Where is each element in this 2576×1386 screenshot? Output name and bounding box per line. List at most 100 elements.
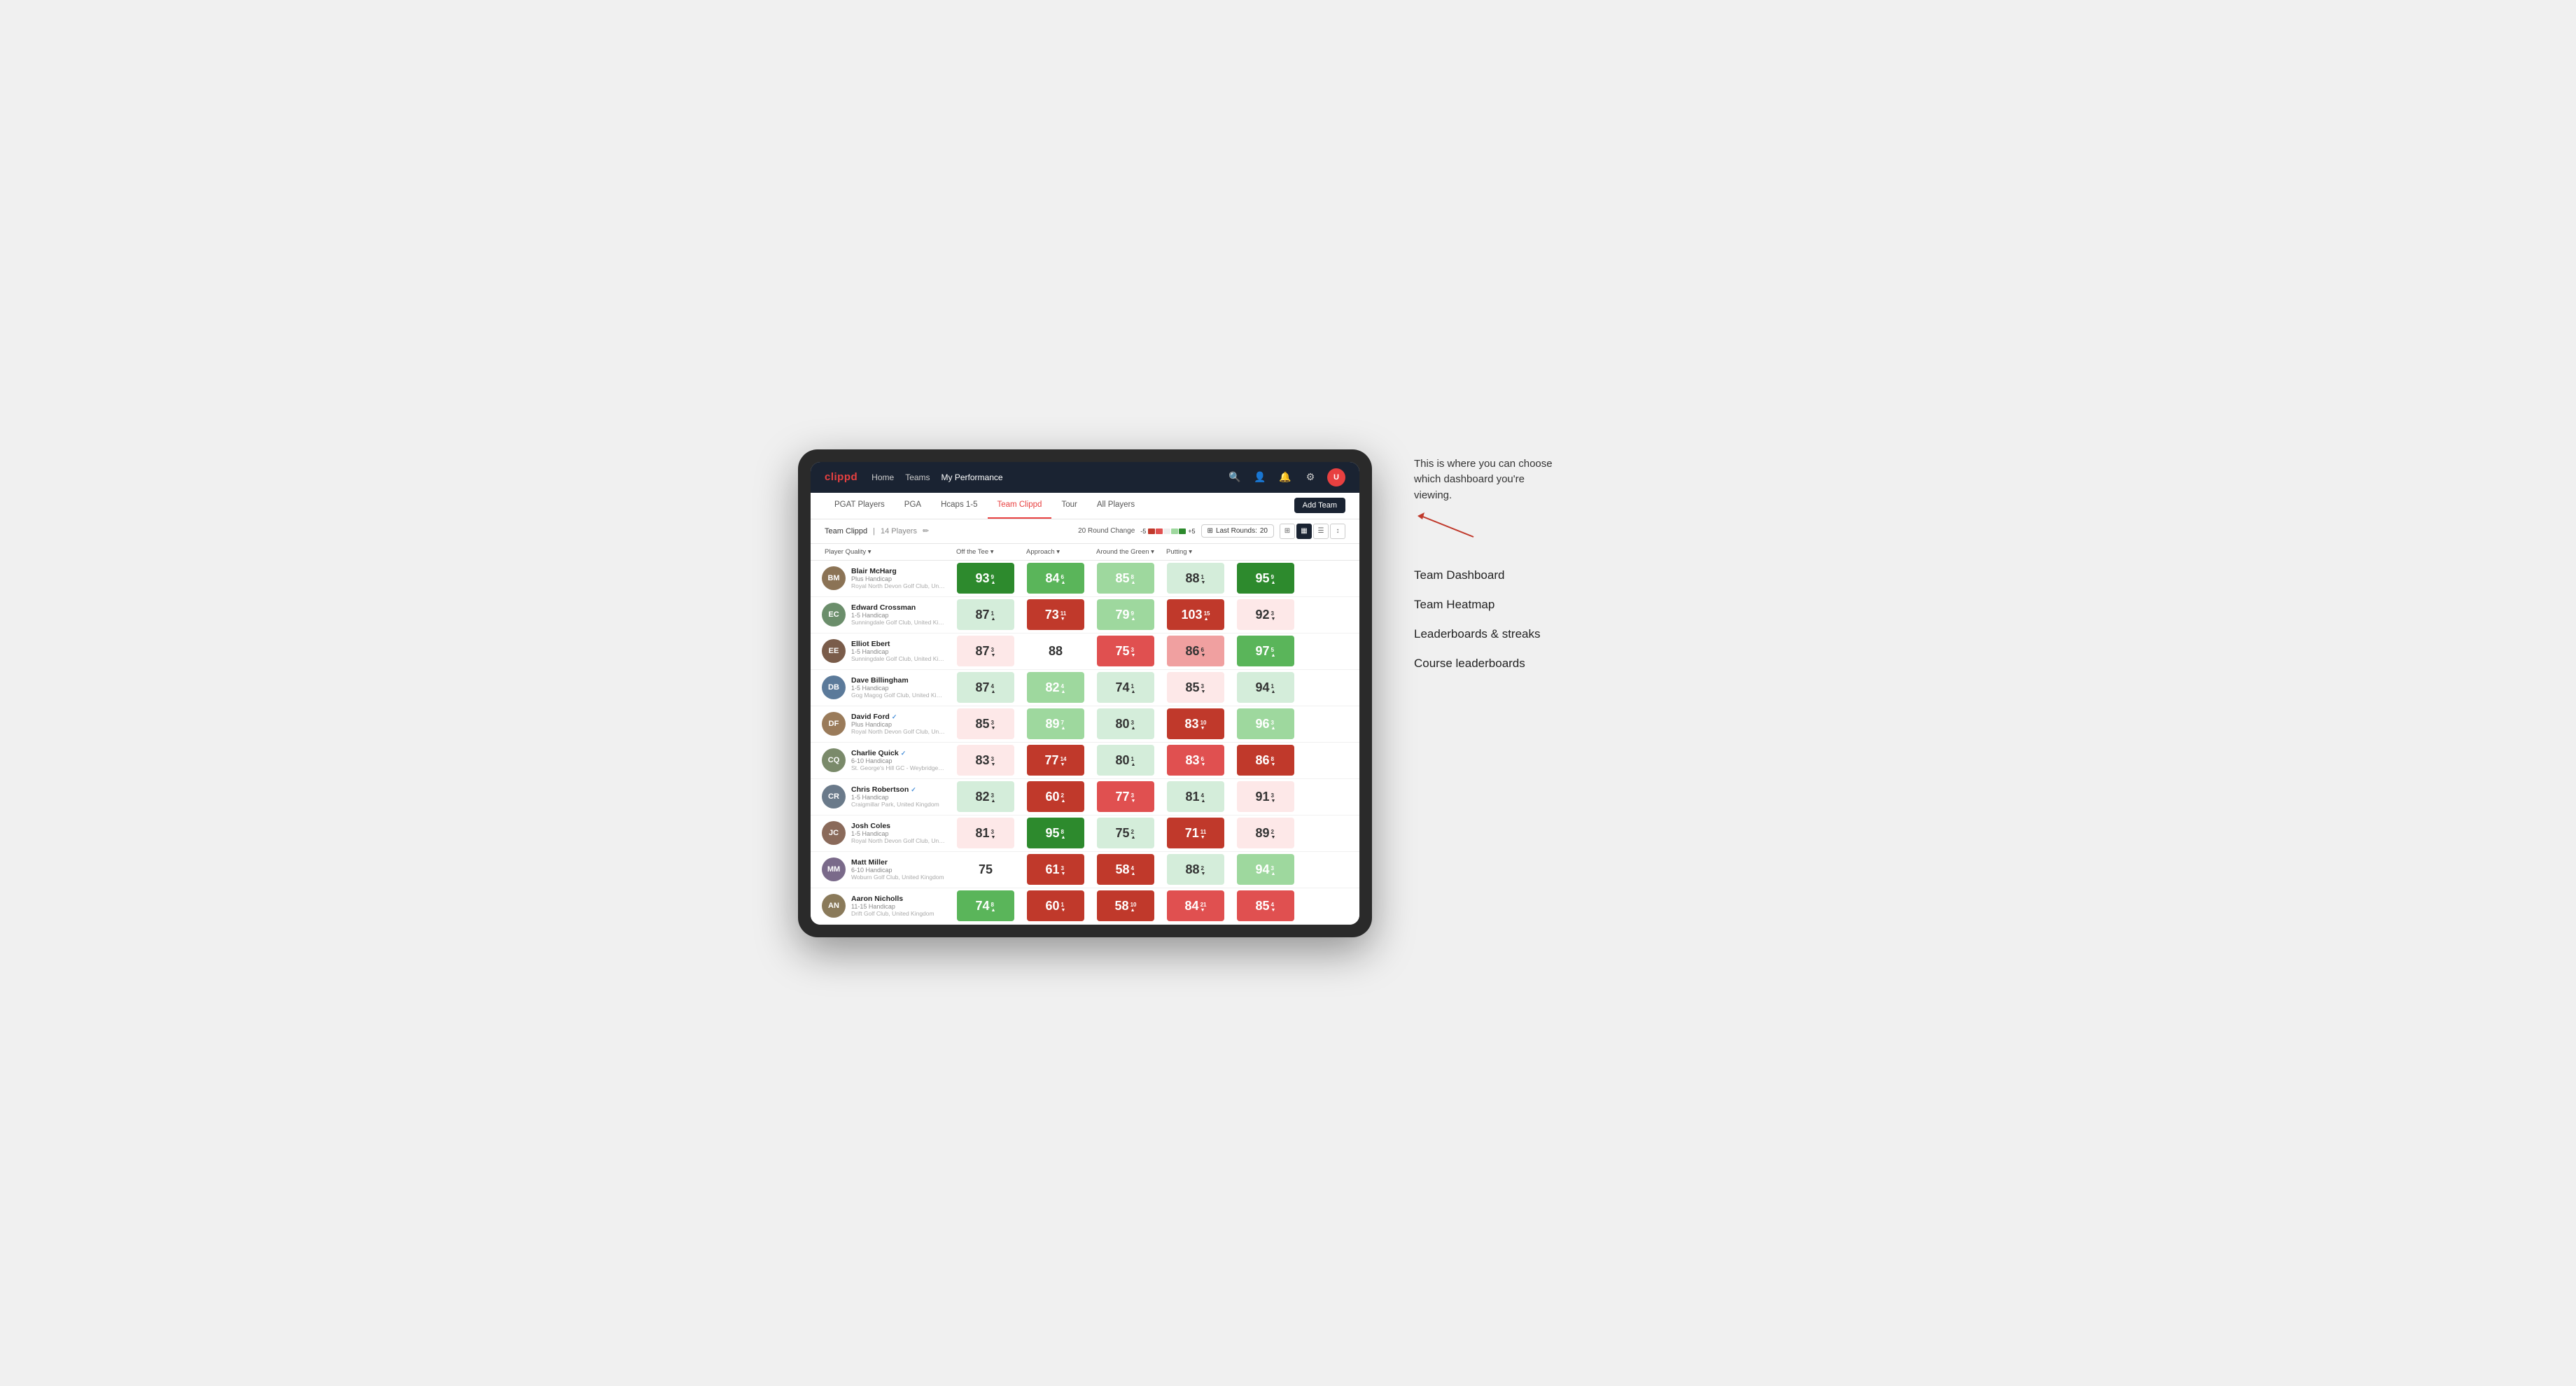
- table-row[interactable]: ANAaron Nicholls11-15 HandicapDrift Golf…: [811, 888, 1359, 925]
- table-row[interactable]: DBDave Billingham1-5 HandicapGog Magog G…: [811, 670, 1359, 706]
- search-icon[interactable]: 🔍: [1226, 469, 1243, 486]
- col-putting[interactable]: Putting ▾: [1161, 544, 1231, 560]
- last-rounds-button[interactable]: ⊞ Last Rounds: 20: [1201, 524, 1274, 538]
- stat-value: 60: [1046, 899, 1060, 913]
- col-around-green[interactable]: Around the Green ▾: [1091, 544, 1161, 560]
- stat-cell[interactable]: 5810▲: [1091, 888, 1161, 924]
- stat-cell[interactable]: 7714▼: [1021, 743, 1091, 778]
- view-toggle: ⊞ ▦ ☰ ↕: [1280, 524, 1345, 539]
- stat-cell[interactable]: 939▲: [951, 561, 1021, 596]
- table-row[interactable]: DFDavid Ford✓Plus HandicapRoyal North De…: [811, 706, 1359, 743]
- sub-nav-all-players[interactable]: All Players: [1087, 493, 1144, 519]
- stat-cell[interactable]: 773▼: [1091, 779, 1161, 815]
- stat-cell[interactable]: 748▲: [951, 888, 1021, 924]
- player-cell[interactable]: CRChris Robertson✓1-5 HandicapCraigmilla…: [811, 779, 951, 815]
- stat-cell[interactable]: 874▲: [951, 670, 1021, 706]
- player-cell[interactable]: DBDave Billingham1-5 HandicapGog Magog G…: [811, 670, 951, 706]
- col-off-tee[interactable]: Off the Tee ▾: [951, 544, 1021, 560]
- stat-cell[interactable]: 799▲: [1091, 597, 1161, 633]
- player-cell[interactable]: BMBlair McHargPlus HandicapRoyal North D…: [811, 561, 951, 596]
- stat-cell[interactable]: 836▼: [1161, 743, 1231, 778]
- stat-cell[interactable]: 584▲: [1091, 852, 1161, 888]
- stat-cell[interactable]: 613▼: [1021, 852, 1091, 888]
- stat-cell[interactable]: 881▼: [1161, 561, 1231, 596]
- player-cell[interactable]: JCJosh Coles1-5 HandicapRoyal North Devo…: [811, 816, 951, 851]
- stat-cell[interactable]: 923▼: [1231, 597, 1301, 633]
- col-player[interactable]: Player Quality ▾: [811, 544, 951, 560]
- player-info: Aaron Nicholls11-15 HandicapDrift Golf C…: [851, 895, 945, 917]
- player-cell[interactable]: ANAaron Nicholls11-15 HandicapDrift Golf…: [811, 888, 951, 924]
- bell-icon[interactable]: 🔔: [1277, 469, 1294, 486]
- nav-teams[interactable]: Teams: [905, 471, 930, 484]
- stat-cell[interactable]: 866▼: [1161, 634, 1231, 669]
- stat-cell[interactable]: 858▲: [1091, 561, 1161, 596]
- more-view-button[interactable]: ↕: [1330, 524, 1345, 539]
- stat-cell[interactable]: 846▲: [1021, 561, 1091, 596]
- stat-cell[interactable]: 601▼: [1021, 888, 1091, 924]
- stat-cell[interactable]: 7111▼: [1161, 816, 1231, 851]
- player-cell[interactable]: CQCharlie Quick✓6-10 HandicapSt. George'…: [811, 743, 951, 778]
- table-row[interactable]: CQCharlie Quick✓6-10 HandicapSt. George'…: [811, 743, 1359, 779]
- stat-cell[interactable]: 8310▼: [1161, 706, 1231, 742]
- add-team-button[interactable]: Add Team: [1294, 498, 1345, 513]
- stat-cell[interactable]: 897▲: [1021, 706, 1091, 742]
- table-row[interactable]: EEElliot Ebert1-5 HandicapSunningdale Go…: [811, 634, 1359, 670]
- table-row[interactable]: ECEdward Crossman1-5 HandicapSunningdale…: [811, 597, 1359, 634]
- stat-cell[interactable]: 602▲: [1021, 779, 1091, 815]
- stat-cell[interactable]: 958▲: [1021, 816, 1091, 851]
- player-cell[interactable]: DFDavid Ford✓Plus HandicapRoyal North De…: [811, 706, 951, 742]
- stat-cell[interactable]: 913▼: [1231, 779, 1301, 815]
- sub-nav-team-clippd[interactable]: Team Clippd: [988, 493, 1052, 519]
- heatmap-view-button[interactable]: ▦: [1296, 524, 1312, 539]
- player-cell[interactable]: EEElliot Ebert1-5 HandicapSunningdale Go…: [811, 634, 951, 669]
- stat-cell[interactable]: 853▼: [951, 706, 1021, 742]
- stat-cell[interactable]: 873▼: [951, 634, 1021, 669]
- stat-cell[interactable]: 959▲: [1231, 561, 1301, 596]
- stat-cell[interactable]: 801▲: [1091, 743, 1161, 778]
- stat-cell[interactable]: 882▼: [1161, 852, 1231, 888]
- grid-view-button[interactable]: ⊞: [1280, 524, 1295, 539]
- sub-nav-tour[interactable]: Tour: [1051, 493, 1086, 519]
- stat-cell[interactable]: 854▼: [1231, 888, 1301, 924]
- table-row[interactable]: JCJosh Coles1-5 HandicapRoyal North Devo…: [811, 816, 1359, 852]
- stat-cell[interactable]: 868▼: [1231, 743, 1301, 778]
- stat-cell[interactable]: 963▲: [1231, 706, 1301, 742]
- avatar[interactable]: U: [1327, 468, 1345, 486]
- stat-cell[interactable]: 892▼: [1231, 816, 1301, 851]
- sub-nav-pga[interactable]: PGA: [895, 493, 931, 519]
- profile-icon[interactable]: 👤: [1252, 469, 1268, 486]
- stat-cell[interactable]: 813▼: [951, 816, 1021, 851]
- nav-my-performance[interactable]: My Performance: [941, 471, 1003, 484]
- stat-cell[interactable]: 10315▲: [1161, 597, 1231, 633]
- player-cell[interactable]: MMMatt Miller6-10 HandicapWoburn Golf Cl…: [811, 852, 951, 888]
- stat-cell[interactable]: 941▲: [1231, 670, 1301, 706]
- stat-cell[interactable]: 88: [1021, 634, 1091, 669]
- stat-cell[interactable]: 975▲: [1231, 634, 1301, 669]
- stat-cell[interactable]: 753▼: [1091, 634, 1161, 669]
- stat-cell[interactable]: 871▲: [951, 597, 1021, 633]
- stat-cell[interactable]: 853▼: [1161, 670, 1231, 706]
- player-cell[interactable]: ECEdward Crossman1-5 HandicapSunningdale…: [811, 597, 951, 633]
- edit-icon[interactable]: ✏: [923, 526, 929, 536]
- sub-nav-hcaps[interactable]: Hcaps 1-5: [931, 493, 987, 519]
- col-approach[interactable]: Approach ▾: [1021, 544, 1091, 560]
- stat-cell[interactable]: 752▲: [1091, 816, 1161, 851]
- list-view-button[interactable]: ☰: [1313, 524, 1329, 539]
- stat-cell[interactable]: 814▲: [1161, 779, 1231, 815]
- nav-home[interactable]: Home: [872, 471, 894, 484]
- stat-cell[interactable]: 741▲: [1091, 670, 1161, 706]
- stat-cell[interactable]: 803▲: [1091, 706, 1161, 742]
- stat-value: 86: [1256, 753, 1270, 768]
- sub-nav-pgat[interactable]: PGAT Players: [825, 493, 895, 519]
- stat-cell[interactable]: 7311▼: [1021, 597, 1091, 633]
- table-row[interactable]: BMBlair McHargPlus HandicapRoyal North D…: [811, 561, 1359, 597]
- stat-cell[interactable]: 8421▼: [1161, 888, 1231, 924]
- settings-icon[interactable]: ⚙: [1302, 469, 1319, 486]
- table-row[interactable]: CRChris Robertson✓1-5 HandicapCraigmilla…: [811, 779, 1359, 816]
- stat-cell[interactable]: 75: [951, 852, 1021, 888]
- stat-cell[interactable]: 823▲: [951, 779, 1021, 815]
- stat-cell[interactable]: 833▼: [951, 743, 1021, 778]
- table-row[interactable]: MMMatt Miller6-10 HandicapWoburn Golf Cl…: [811, 852, 1359, 888]
- stat-cell[interactable]: 824▲: [1021, 670, 1091, 706]
- stat-cell[interactable]: 943▲: [1231, 852, 1301, 888]
